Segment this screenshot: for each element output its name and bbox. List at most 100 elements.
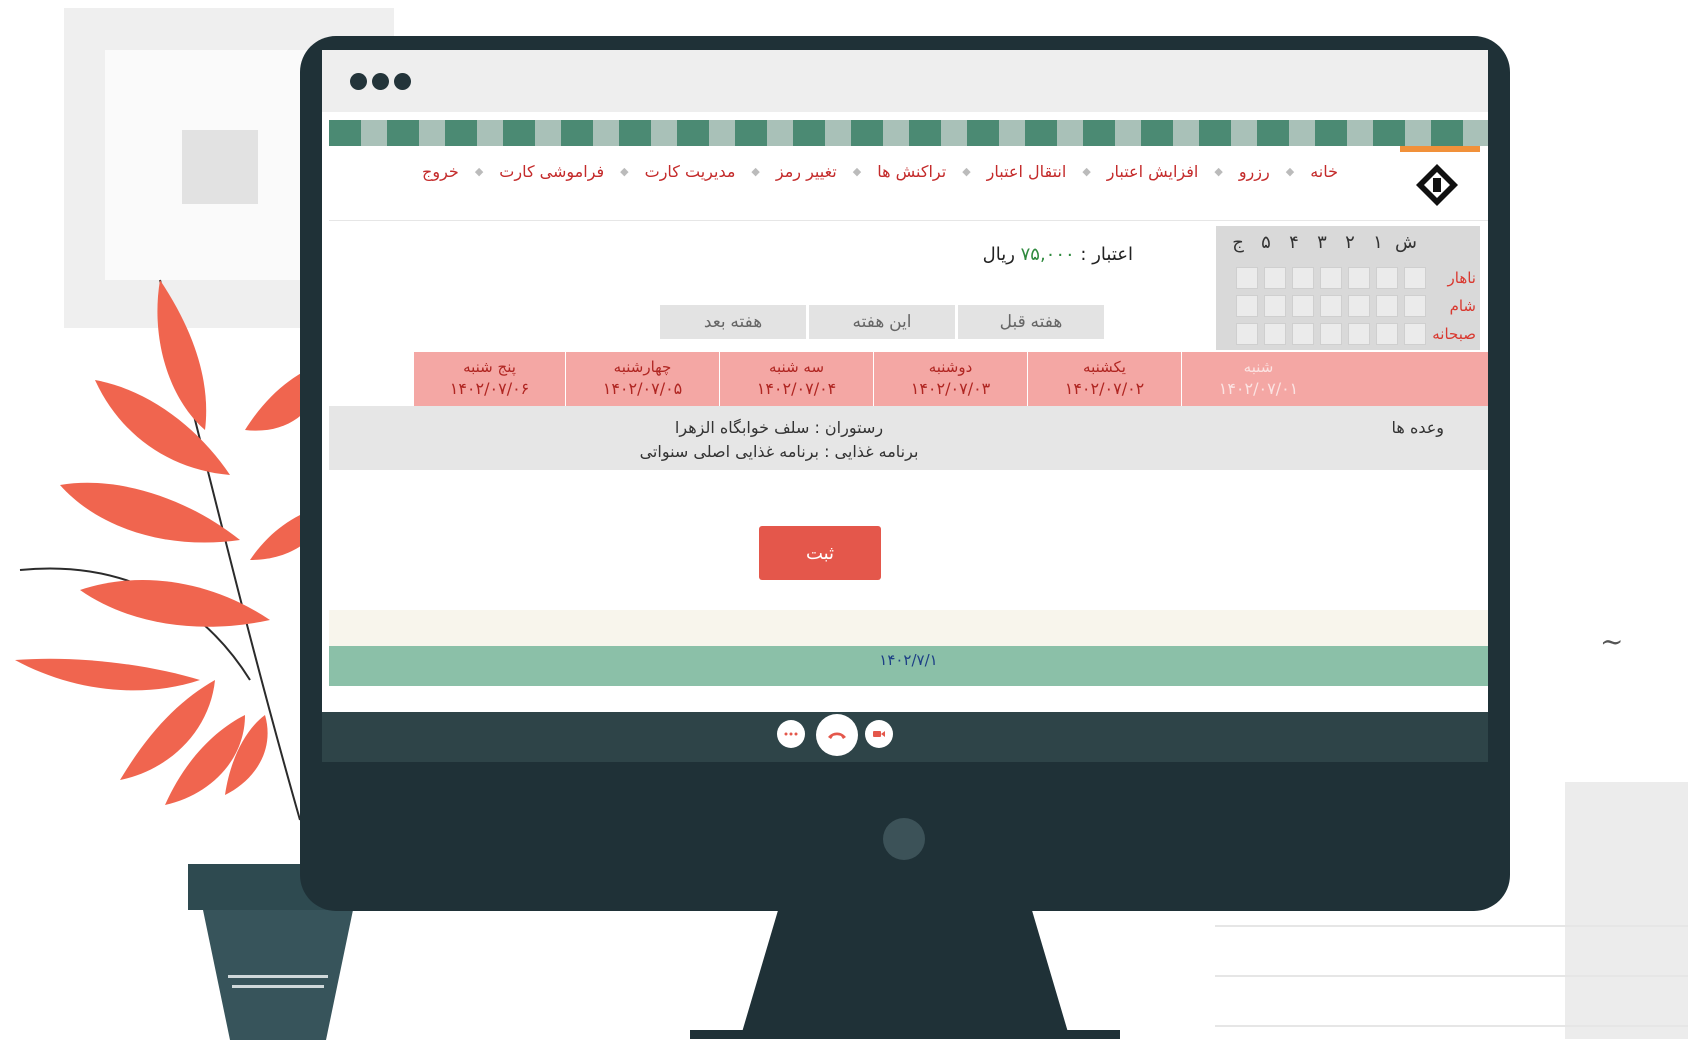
week-grid-day: ش (1395, 232, 1417, 253)
plant-illustration (15, 279, 330, 821)
week-grid-cell[interactable] (1404, 323, 1426, 345)
nav-item-transactions[interactable]: تراکنش ها (877, 162, 946, 181)
week-grid-day: ج (1232, 232, 1244, 253)
day-header-sunday: یکشنبه ۱۴۰۲/۰۷/۰۲ (1027, 352, 1181, 406)
week-grid-cell[interactable] (1292, 323, 1314, 345)
week-grid-row-dinner: شام (1216, 292, 1480, 320)
day-header-wednesday: چهارشنبه ۱۴۰۲/۰۷/۰۵ (565, 352, 719, 406)
week-grid-cell[interactable] (1376, 267, 1398, 289)
week-grid-cell[interactable] (1264, 323, 1286, 345)
nav-item-home[interactable]: خانه (1310, 162, 1338, 181)
monitor-power-button (883, 818, 925, 860)
week-grid-cell[interactable] (1292, 267, 1314, 289)
day-header-monday: دوشنبه ۱۴۰۲/۰۷/۰۳ (873, 352, 1027, 406)
day-name: چهارشنبه (613, 358, 672, 376)
week-grid-cell[interactable] (1320, 295, 1342, 317)
pot-stripe (232, 985, 324, 988)
day-name: پنج شنبه (463, 358, 516, 376)
window-dot-icon[interactable] (372, 73, 389, 90)
header-pattern-strip (329, 120, 1488, 146)
window-dot-icon[interactable] (350, 73, 367, 90)
nav-separator: ◆ (474, 165, 484, 178)
week-grid-day: ۱ (1373, 232, 1383, 253)
day-date: ۱۴۰۲/۰۷/۰۱ (1218, 379, 1299, 398)
footer-date: ۱۴۰۲/۷/۱ (879, 651, 938, 669)
next-week-button[interactable]: هفته بعد (660, 305, 806, 339)
monitor-screen: خانه ◆ رزرو ◆ افزایش اعتبار ◆ انتقال اعت… (322, 50, 1488, 762)
week-grid-cell[interactable] (1404, 267, 1426, 289)
day-name: شنبه (1243, 358, 1274, 376)
day-date: ۱۴۰۲/۰۷/۰۶ (449, 379, 530, 398)
week-grid-meal-label: شام (1449, 297, 1476, 315)
video-icon[interactable] (865, 720, 893, 748)
week-grid-cell[interactable] (1292, 295, 1314, 317)
nav-item-increase-credit[interactable]: افزایش اعتبار (1107, 162, 1199, 181)
nav-separator: ◆ (620, 165, 629, 178)
credit-balance: اعتبار : ۷۵,۰۰۰ ریال (983, 244, 1133, 265)
week-grid-cell[interactable] (1264, 295, 1286, 317)
university-logo-icon (1416, 164, 1458, 206)
nav-item-change-password[interactable]: تغییر رمز (776, 162, 837, 181)
day-date: ۱۴۰۲/۰۷/۰۵ (602, 379, 683, 398)
browser-title-bar (322, 50, 1488, 112)
pot-stripe (228, 975, 328, 978)
previous-week-button[interactable]: هفته قبل (958, 305, 1104, 339)
nav-divider (329, 220, 1488, 221)
week-grid-cell[interactable] (1348, 295, 1370, 317)
week-grid-cell[interactable] (1320, 323, 1342, 345)
week-grid-day: ۵ (1261, 232, 1271, 253)
week-grid-day: ۲ (1345, 232, 1355, 253)
week-grid-day: ۴ (1289, 232, 1299, 253)
nav-separator: ◆ (852, 165, 862, 178)
monitor-stand-base (690, 1030, 1120, 1039)
week-grid-header: ش ۱ ۲ ۳ ۴ ۵ ج (1224, 232, 1420, 253)
week-grid-row-lunch: ناهار (1216, 264, 1480, 292)
week-grid-cell[interactable] (1348, 267, 1370, 289)
day-header-saturday: شنبه ۱۴۰۲/۰۷/۰۱ (1181, 352, 1335, 406)
nav-item-reserve[interactable]: رزرو (1239, 162, 1270, 181)
week-grid-cell[interactable] (1376, 295, 1398, 317)
week-grid-day: ۳ (1317, 232, 1327, 253)
nav-item-card-management[interactable]: مدیریت کارت (645, 162, 736, 181)
main-nav: خانه ◆ رزرو ◆ افزایش اعتبار ◆ انتقال اعت… (422, 162, 1338, 181)
day-date: ۱۴۰۲/۰۷/۰۲ (1064, 379, 1145, 398)
nav-item-logout[interactable]: خروج (422, 162, 459, 181)
day-header-row: شنبه ۱۴۰۲/۰۷/۰۱ یکشنبه ۱۴۰۲/۰۷/۰۲ دوشنبه… (329, 352, 1488, 406)
week-grid-cell[interactable] (1320, 267, 1342, 289)
week-grid-cell[interactable] (1236, 323, 1258, 345)
submit-button[interactable]: ثبت (759, 526, 881, 580)
week-grid-cell[interactable] (1348, 323, 1370, 345)
day-name: یکشنبه (1083, 358, 1126, 376)
week-reservation-grid: ش ۱ ۲ ۳ ۴ ۵ ج ناهار شام صبحانه (1216, 226, 1480, 350)
phone-hangup-icon[interactable] (816, 714, 858, 756)
week-grid-row-breakfast: صبحانه (1216, 320, 1480, 348)
nav-item-forgot-card[interactable]: فراموشی کارت (499, 162, 604, 181)
this-week-button[interactable]: این هفته (809, 305, 955, 339)
day-name: دوشنبه (928, 358, 973, 376)
signature-decoration: ~ (1600, 625, 1624, 658)
day-header-tuesday: سه شنبه ۱۴۰۲/۰۷/۰۴ (719, 352, 873, 406)
credit-amount: ۷۵,۰۰۰ (1020, 244, 1075, 265)
day-name: سه شنبه (768, 358, 825, 376)
background-frame-square (182, 130, 258, 204)
day-header-corner (1335, 352, 1488, 406)
restaurant-name: رستوران : سلف خوابگاه الزهرا (674, 418, 884, 437)
week-navigation: هفته قبل این هفته هفته بعد (657, 305, 1104, 339)
meals-row-label: وعده ها (1391, 418, 1444, 437)
week-grid-cell[interactable] (1236, 267, 1258, 289)
week-grid-cell[interactable] (1376, 323, 1398, 345)
more-icon[interactable] (777, 720, 805, 748)
week-grid-meal-label: ناهار (1447, 269, 1476, 287)
nav-separator: ◆ (1214, 165, 1223, 178)
footer-cream-strip (329, 610, 1488, 646)
nav-separator: ◆ (1285, 165, 1295, 178)
day-date: ۱۴۰۲/۰۷/۰۳ (910, 379, 991, 398)
week-grid-cell[interactable] (1264, 267, 1286, 289)
week-grid-cell[interactable] (1236, 295, 1258, 317)
week-grid-cell[interactable] (1404, 295, 1426, 317)
nav-separator: ◆ (751, 165, 760, 178)
window-dot-icon[interactable] (394, 73, 411, 90)
meals-row: وعده ها رستوران : سلف خوابگاه الزهرا برن… (329, 406, 1488, 470)
nav-item-transfer-credit[interactable]: انتقال اعتبار (987, 162, 1067, 181)
header-accent-strip (1400, 146, 1480, 152)
